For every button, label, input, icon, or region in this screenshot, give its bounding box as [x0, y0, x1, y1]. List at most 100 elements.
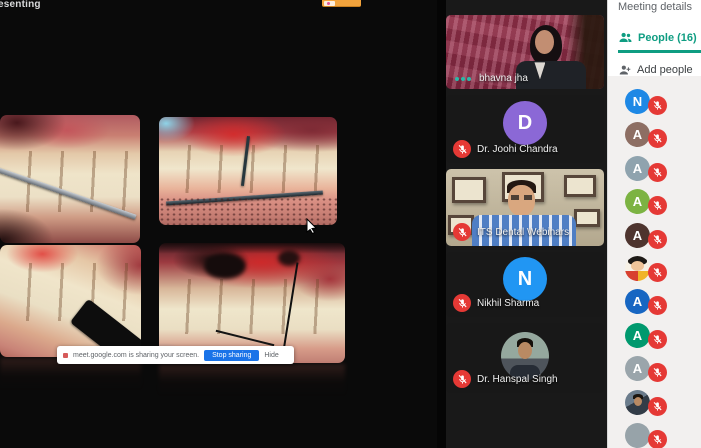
mic-off-icon	[652, 401, 663, 412]
strip-divider	[437, 0, 446, 448]
muted-mic-button[interactable]	[648, 296, 667, 315]
participant-row[interactable]: A	[608, 355, 701, 388]
participant-avatar: A	[625, 189, 650, 214]
participant-name: Dr. Joohi Chandra	[477, 144, 558, 155]
mic-off-icon	[652, 434, 663, 445]
muted-mic-badge	[453, 294, 471, 312]
tile-label-row: Dr. Hanspal Singh	[453, 370, 558, 388]
muted-mic-button[interactable]	[648, 330, 667, 349]
muted-mic-badge	[453, 140, 471, 158]
stop-sharing-button[interactable]: Stop sharing	[204, 350, 259, 361]
participant-avatar: N	[625, 89, 650, 114]
video-tile-dr-hanspal-singh[interactable]: Dr. Hanspal Singh	[446, 323, 604, 393]
orange-logo-badge	[322, 0, 361, 7]
orange-badge-chip	[324, 1, 335, 6]
screen-share-banner: meet.google.com is sharing your screen. …	[57, 346, 294, 364]
participant-avatar	[625, 423, 650, 448]
muted-mic-button[interactable]	[648, 196, 667, 215]
share-message: meet.google.com is sharing your screen.	[73, 352, 199, 359]
dental-photo-bottom-left	[0, 245, 141, 357]
tile-label-row: ITS Dental Webinars	[453, 223, 569, 241]
people-icon	[618, 30, 633, 45]
muted-mic-button[interactable]	[648, 129, 667, 148]
mic-off-icon	[457, 144, 468, 155]
teeth-texture	[0, 263, 141, 321]
mic-off-icon	[652, 100, 663, 111]
video-tile-nikhil-sharma[interactable]: NNikhil Sharma	[446, 252, 604, 317]
mic-off-icon	[652, 167, 663, 178]
hide-share-bar-button[interactable]: Hide	[264, 352, 278, 359]
participant-row[interactable]	[608, 389, 701, 422]
muted-mic-button[interactable]	[648, 397, 667, 416]
participant-name: Dr. Hanspal Singh	[477, 374, 558, 385]
video-tile-its-dental-webinars[interactable]: ITS Dental Webinars	[446, 169, 604, 246]
mic-off-icon	[457, 227, 468, 238]
teeth-texture	[159, 279, 345, 334]
video-tiles-strip: bhavna jha DDr. Joohi Chandra ITS Dental W…	[446, 0, 607, 448]
certificate-frame	[574, 209, 600, 227]
mic-off-icon	[652, 133, 663, 144]
avatar-face	[518, 342, 532, 359]
pink-dot-icon	[327, 2, 330, 5]
mouse-cursor	[306, 218, 317, 234]
photo-reflection	[159, 364, 345, 396]
participant-avatar: A	[625, 356, 650, 381]
dental-photo-top-left	[0, 115, 140, 243]
tab-people[interactable]: People (16)	[608, 30, 701, 45]
certificate-frame	[452, 177, 486, 203]
avatar: D	[503, 101, 547, 145]
dental-photo-top-right	[159, 117, 337, 225]
muted-mic-button[interactable]	[648, 96, 667, 115]
people-panel: Meeting details People (16) Add people N…	[607, 0, 701, 448]
participant-row[interactable]	[608, 255, 701, 288]
mic-off-icon	[652, 300, 663, 311]
people-tab-label: People (16)	[638, 32, 697, 44]
tile-label-row: bhavna jha	[453, 73, 528, 84]
participant-avatar: A	[625, 223, 650, 248]
muted-mic-button[interactable]	[648, 363, 667, 382]
mic-off-icon	[652, 234, 663, 245]
muted-mic-badge	[453, 370, 471, 388]
tile-label-row: Dr. Joohi Chandra	[453, 140, 558, 158]
active-tab-underline	[618, 50, 701, 53]
meeting-details-title: Meeting details	[608, 0, 701, 13]
participant-row[interactable]: A	[608, 155, 701, 188]
participant-avatar: A	[625, 289, 650, 314]
participant-avatar-cartoon	[625, 256, 650, 281]
add-people-button[interactable]: Add people	[608, 63, 701, 77]
participant-avatar: A	[625, 122, 650, 147]
participants-list: NAAAAAAA	[608, 76, 701, 448]
participant-row[interactable]: N	[608, 88, 701, 121]
google-meet-window: esenting meet.go	[0, 0, 701, 448]
participant-avatar: A	[625, 156, 650, 181]
muted-mic-button[interactable]	[648, 163, 667, 182]
participant-avatar: A	[625, 323, 650, 348]
person-add-icon	[618, 63, 632, 77]
muted-mic-button[interactable]	[648, 230, 667, 249]
participant-row[interactable]: A	[608, 322, 701, 355]
participant-name: bhavna jha	[479, 73, 528, 84]
participant-avatar-photo	[625, 390, 650, 415]
mic-off-icon	[652, 267, 663, 278]
video-tile-bhavna-jha[interactable]: bhavna jha	[446, 15, 604, 89]
tile-label-row: Nikhil Sharma	[453, 294, 539, 312]
certificate-frame	[564, 175, 596, 197]
calculus-patch	[204, 253, 246, 279]
participant-row[interactable]: A	[608, 222, 701, 255]
video-tile-dr-joohi-chandra[interactable]: DDr. Joohi Chandra	[446, 95, 604, 163]
participant-row[interactable]	[608, 422, 701, 448]
participant-name: ITS Dental Webinars	[477, 227, 569, 238]
muted-mic-button[interactable]	[648, 263, 667, 282]
participant-row[interactable]: A	[608, 188, 701, 221]
mic-off-icon	[652, 200, 663, 211]
share-status-icon	[63, 353, 68, 358]
glasses	[511, 195, 532, 200]
presenting-status-text: esenting	[0, 0, 41, 10]
mic-off-icon	[652, 367, 663, 378]
participant-face	[508, 185, 535, 216]
participant-row[interactable]: A	[608, 288, 701, 321]
shared-screen-region: esenting meet.go	[0, 0, 446, 448]
participant-row[interactable]: A	[608, 121, 701, 154]
participant-face	[535, 30, 554, 54]
muted-mic-button[interactable]	[648, 430, 667, 448]
